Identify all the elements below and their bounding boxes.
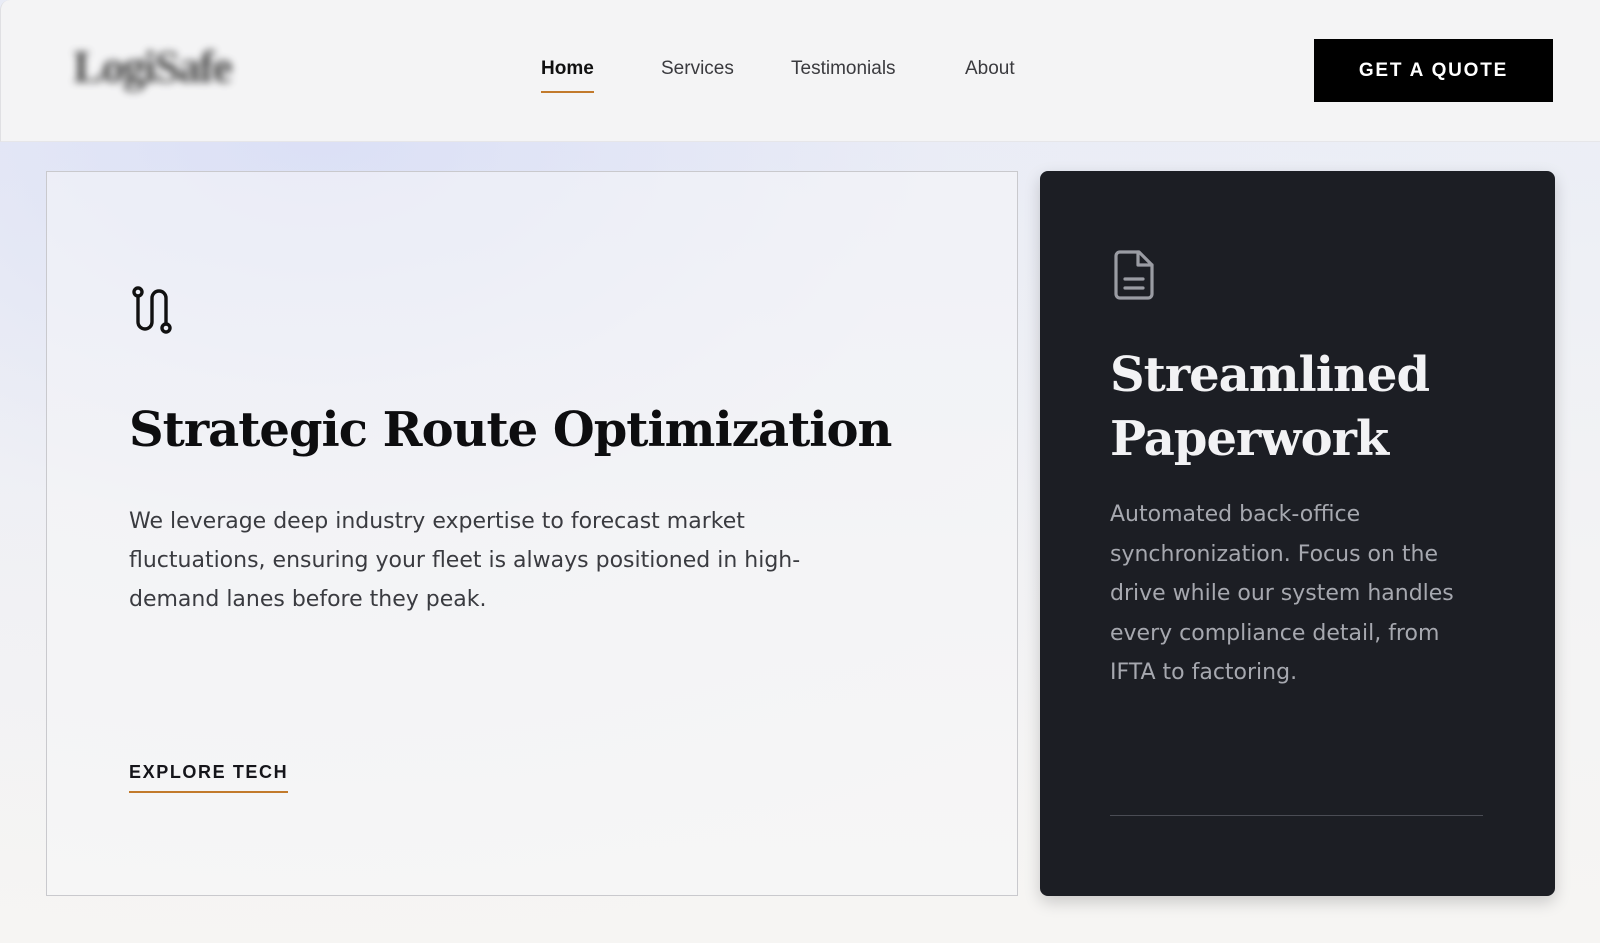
card-divider: [1110, 815, 1483, 816]
nav-item-about[interactable]: About: [965, 58, 1015, 80]
document-icon: [1114, 250, 1154, 300]
paperwork-card-title: Streamlined Paperwork: [1110, 347, 1430, 467]
logo[interactable]: LogiSafe: [73, 40, 233, 93]
route-card-description: We leverage deep industry expertise to f…: [129, 509, 801, 612]
route-optimization-card: Strategic Route Optimization We leverage…: [46, 171, 1018, 896]
get-a-quote-button[interactable]: GET A QUOTE: [1314, 39, 1553, 102]
nav-item-testimonials[interactable]: Testimonials: [791, 58, 896, 80]
nav-item-home[interactable]: Home: [541, 58, 594, 93]
nav-item-services[interactable]: Services: [661, 58, 734, 80]
explore-tech-link[interactable]: EXPLORE TECH: [129, 762, 289, 793]
site-header: LogiSafe Home Services Testimonials Abou…: [0, 0, 1600, 142]
route-icon: [132, 286, 172, 334]
paperwork-card: Streamlined Paperwork Automated back-off…: [1040, 171, 1555, 896]
route-card-title: Strategic Route Optimization: [129, 402, 892, 458]
paperwork-card-description: Automated back-office synchronization. F…: [1110, 502, 1454, 685]
